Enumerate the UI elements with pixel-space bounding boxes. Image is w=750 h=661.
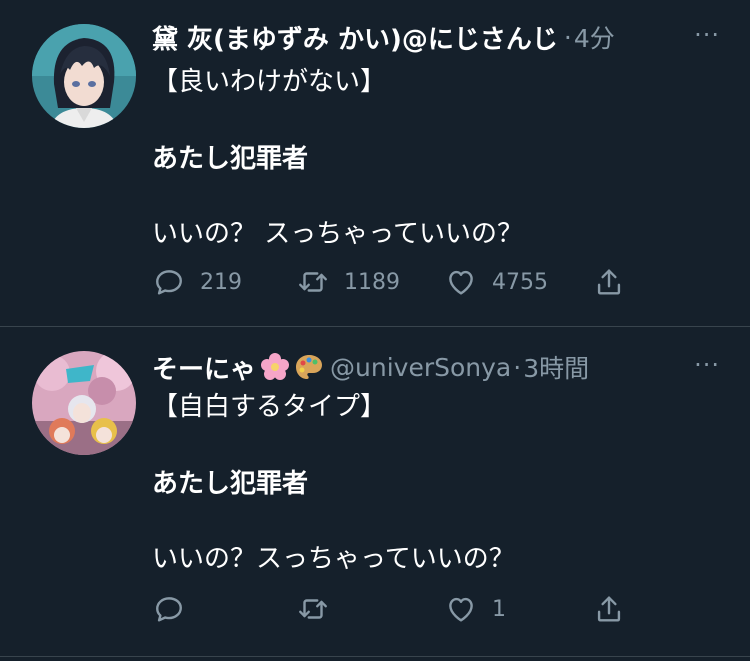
tweet-text-line: 【良いわけがない】 (152, 67, 387, 97)
like-button[interactable]: 4755 (444, 262, 548, 302)
retweet-button[interactable]: 1189 (296, 262, 400, 302)
tweet-text-line: あたし犯罪者 (152, 469, 309, 499)
share-icon (597, 596, 621, 622)
reply-icon (156, 597, 182, 622)
share-icon (597, 269, 621, 295)
display-name[interactable]: そーにゃ (152, 349, 256, 386)
tweet-header: 黛 灰(まゆずみ かい)@にじさんじ · 4分 ··· (152, 17, 730, 57)
tweet-actions: 219 1189 4755 (152, 262, 632, 302)
timestamp[interactable]: 4分 (574, 19, 615, 55)
retweet-icon (299, 599, 327, 619)
share-button[interactable] (592, 589, 626, 629)
tweet-text-line: あたし犯罪者 (152, 144, 309, 174)
reply-button[interactable]: 219 (152, 262, 242, 302)
palette-icon (294, 352, 324, 382)
display-name[interactable]: 黛 灰(まゆずみ かい)@にじさんじ (152, 19, 558, 56)
like-count: 4755 (492, 269, 548, 295)
retweet-icon (299, 272, 327, 292)
user-handle[interactable]: @univerSonya (330, 353, 511, 382)
tweet[interactable]: そーにゃ @univerSonya · 3時間 ··· 【自白するタイプ】 あた… (0, 327, 750, 661)
like-button[interactable]: 1 (444, 589, 506, 629)
avatar[interactable] (32, 24, 136, 128)
timestamp[interactable]: 3時間 (523, 349, 589, 385)
heart-icon (449, 270, 473, 295)
more-options-icon[interactable]: ··· (694, 351, 720, 379)
separator-dot: · (513, 352, 522, 382)
retweet-button[interactable] (296, 589, 344, 629)
tweet-actions: 1 (152, 589, 632, 629)
heart-icon (449, 597, 473, 622)
share-button[interactable] (592, 262, 626, 302)
retweet-count: 1189 (344, 269, 400, 295)
tweet-text-line: いいの？ スっちゃっていいの？ (152, 219, 523, 249)
reply-count: 219 (200, 269, 242, 295)
cherry-blossom-icon (260, 352, 290, 382)
like-count: 1 (492, 596, 506, 622)
tweet-text-line: 【自白するタイプ】 (152, 392, 387, 422)
more-options-icon[interactable]: ··· (694, 21, 720, 49)
tweet-header: そーにゃ @univerSonya · 3時間 ··· (152, 347, 730, 387)
reply-button[interactable] (152, 589, 200, 629)
tweet-divider (0, 656, 750, 657)
avatar[interactable] (32, 351, 136, 455)
reply-icon (156, 270, 182, 295)
tweet[interactable]: 黛 灰(まゆずみ かい)@にじさんじ · 4分 ··· 【良いわけがない】 あた… (0, 0, 750, 326)
tweet-text-line: いいの？スっちゃっていいの？ (152, 544, 515, 574)
separator-dot: · (563, 22, 572, 52)
